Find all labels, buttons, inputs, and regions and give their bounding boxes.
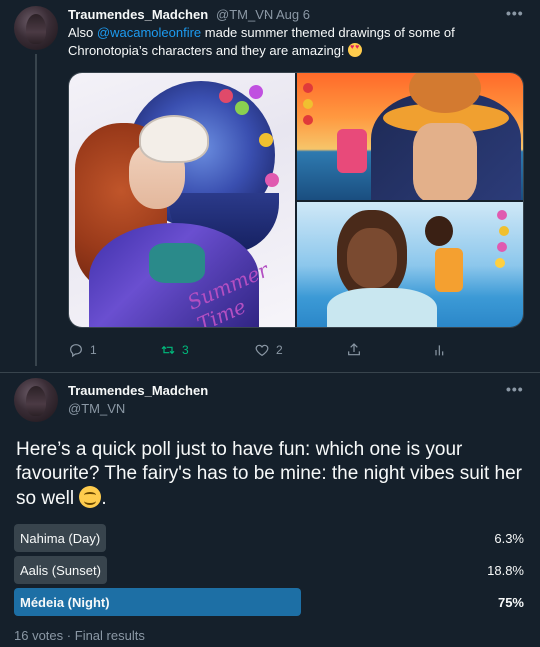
- image-day-artwork[interactable]: [297, 202, 523, 327]
- face-shape: [347, 228, 397, 288]
- tweet-text: Also @wacamoleonfire made summer themed …: [68, 24, 508, 60]
- bead-shape: [497, 210, 507, 220]
- analytics-button[interactable]: [432, 340, 448, 360]
- tweet-with-images: Traumendes_Madchen @TM_VN · Aug 6 ••• Al…: [0, 0, 540, 372]
- heart-eyes-emoji-icon: [348, 43, 363, 57]
- mention-link[interactable]: @wacamoleonfire: [97, 25, 201, 40]
- bead-shape: [495, 258, 505, 268]
- poll-option-label: Aalis (Sunset): [20, 563, 101, 578]
- avatar[interactable]: [14, 6, 58, 50]
- bead-shape: [303, 99, 313, 109]
- poll-vote-count: 16 votes: [14, 628, 64, 643]
- heart-icon: [255, 344, 269, 357]
- like-count: 2: [276, 343, 283, 357]
- bead-shape: [497, 242, 507, 252]
- author-name[interactable]: Traumendes_Madchen: [68, 383, 208, 398]
- like-button[interactable]: 2: [254, 340, 283, 360]
- chest-shape: [413, 123, 477, 200]
- flower-shape: [265, 173, 279, 187]
- avatar[interactable]: [14, 378, 58, 422]
- share-icon: [348, 343, 360, 356]
- flower-shape: [219, 89, 233, 103]
- image-night-artwork[interactable]: Summer Time: [69, 73, 295, 327]
- tweet-date[interactable]: Aug 6: [276, 7, 310, 22]
- media-grid: Summer Time: [68, 72, 524, 328]
- poll-option-percent: 18.8%: [487, 563, 524, 578]
- poll-option-percent: 75%: [497, 595, 524, 610]
- author-name[interactable]: Traumendes_Madchen: [68, 7, 208, 22]
- bead-shape: [303, 115, 313, 125]
- image-sunset-artwork[interactable]: [297, 73, 523, 200]
- poll-meta: 16 votes · Final results: [14, 628, 145, 643]
- drink-shape: [435, 248, 463, 292]
- top-shape: [149, 243, 205, 283]
- tweet-text-before: Also: [68, 25, 97, 40]
- more-options-button[interactable]: •••: [506, 5, 524, 21]
- poll-status: Final results: [74, 628, 145, 643]
- tweet-text: Here’s a quick poll just to have fun: wh…: [16, 438, 526, 511]
- bead-shape: [303, 83, 313, 93]
- retweet-button[interactable]: 3: [160, 340, 189, 360]
- poll-option: Nahima (Day) 6.3%: [14, 524, 526, 552]
- more-options-button[interactable]: •••: [506, 381, 524, 397]
- share-button[interactable]: [346, 340, 362, 360]
- dress-shape: [327, 288, 437, 327]
- reply-count: 1: [90, 343, 97, 357]
- poll-option-percent: 6.3%: [494, 531, 524, 546]
- separator-dot: ·: [264, 7, 269, 22]
- poll-option-label: Nahima (Day): [20, 531, 101, 546]
- drink-shape: [337, 129, 367, 173]
- tweet-divider: [0, 372, 540, 373]
- poll-option-winner: Médeia (Night) 75%: [14, 588, 526, 616]
- retweet-icon: [161, 345, 175, 355]
- bead-shape: [499, 226, 509, 236]
- flower-shape: [259, 133, 273, 147]
- smiling-face-emoji-icon: [79, 486, 102, 508]
- child-shape: [425, 216, 453, 246]
- sentence-period: .: [101, 488, 107, 509]
- analytics-icon: [435, 345, 444, 356]
- tweet-actions: 1 3 2: [68, 340, 524, 360]
- poll-option-label: Médeia (Night): [20, 595, 110, 610]
- reply-button[interactable]: 1: [68, 340, 97, 360]
- thread-line: [35, 54, 37, 366]
- retweet-count: 3: [182, 343, 189, 357]
- flower-shape: [235, 101, 249, 115]
- poll-option: Aalis (Sunset) 18.8%: [14, 556, 526, 584]
- separator-dot: ·: [66, 628, 72, 643]
- reply-icon: [70, 344, 82, 358]
- author-handle[interactable]: @TM_VN: [68, 401, 125, 416]
- flower-shape: [249, 85, 263, 99]
- skull-headdress-shape: [139, 115, 209, 163]
